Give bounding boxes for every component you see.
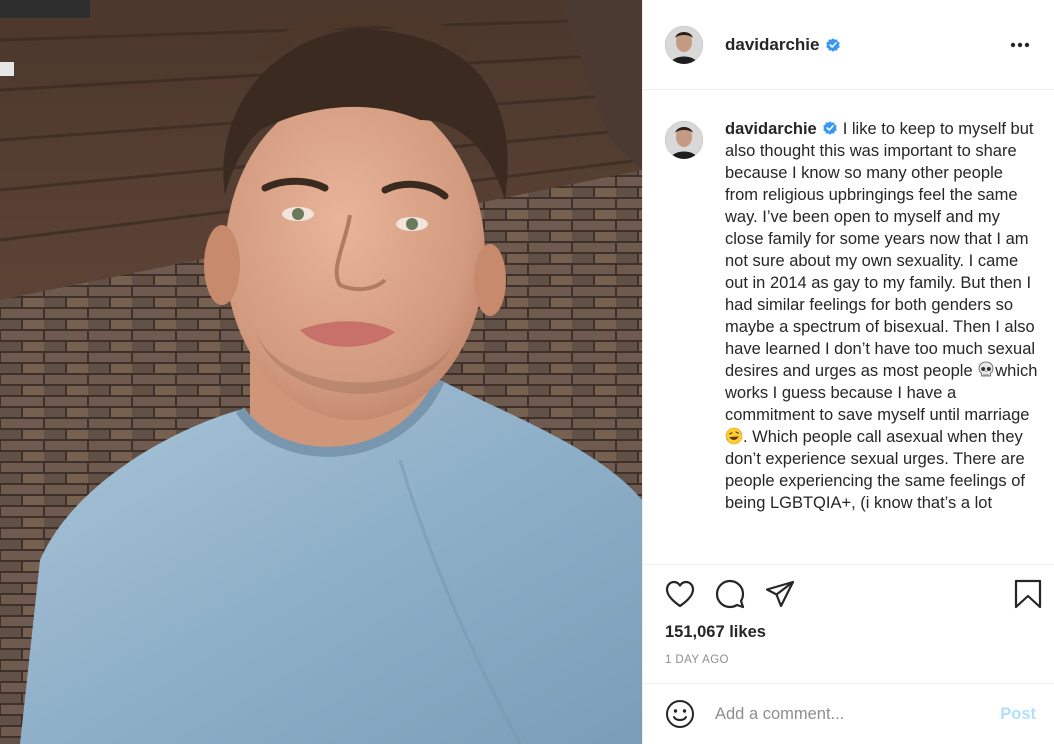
- post-actions: 151,067 likes 1 DAY AGO: [643, 565, 1054, 684]
- post-comment-button[interactable]: Post: [994, 704, 1042, 725]
- emoji-picker-button[interactable]: [665, 699, 695, 729]
- comment-button[interactable]: [715, 579, 745, 609]
- like-button[interactable]: [665, 580, 695, 608]
- comment-icon: [715, 579, 745, 609]
- comment-input[interactable]: [713, 703, 995, 725]
- heart-icon: [665, 580, 695, 608]
- post-photo[interactable]: [0, 0, 642, 744]
- action-icons-row: [643, 565, 1054, 609]
- likes-count[interactable]: 151,067 likes: [665, 623, 766, 642]
- more-options-button[interactable]: [1004, 36, 1036, 54]
- bookmark-icon: [1014, 579, 1042, 609]
- add-comment-row: Post: [643, 684, 1054, 744]
- caption-row: davidarchie I like to keep to myself but…: [643, 90, 1054, 514]
- skull-emoji-icon: [978, 361, 994, 377]
- caption-part-1: I like to keep to myself but also though…: [725, 120, 1036, 380]
- verified-badge-icon: [825, 37, 840, 52]
- caption-username-link[interactable]: davidarchie: [725, 120, 817, 138]
- share-icon: [765, 580, 795, 608]
- username-link[interactable]: davidarchie: [725, 35, 820, 55]
- verified-badge-icon: [822, 121, 837, 135]
- caption-area[interactable]: davidarchie I like to keep to myself but…: [643, 90, 1054, 565]
- caption-text: davidarchie I like to keep to myself but…: [725, 118, 1038, 514]
- instagram-post-view: davidarchie davidarchie I like to keep t…: [0, 0, 1054, 744]
- rolling-on-floor-laughing-emoji-icon: [725, 427, 743, 445]
- avatar[interactable]: [665, 25, 703, 64]
- save-button[interactable]: [1014, 579, 1042, 609]
- avatar-image: [665, 121, 703, 159]
- post-image: [0, 0, 642, 744]
- post-timestamp[interactable]: 1 DAY AGO: [665, 654, 729, 666]
- more-horizontal-icon: [1010, 42, 1030, 47]
- smiley-icon: [666, 700, 694, 728]
- post-header: davidarchie: [643, 0, 1054, 90]
- caption-part-3: . Which people call asexual when they do…: [725, 428, 1025, 512]
- share-button[interactable]: [765, 580, 795, 608]
- avatar-image: [665, 25, 703, 64]
- caption-avatar[interactable]: [665, 121, 703, 159]
- post-side-panel: davidarchie davidarchie I like to keep t…: [642, 0, 1054, 744]
